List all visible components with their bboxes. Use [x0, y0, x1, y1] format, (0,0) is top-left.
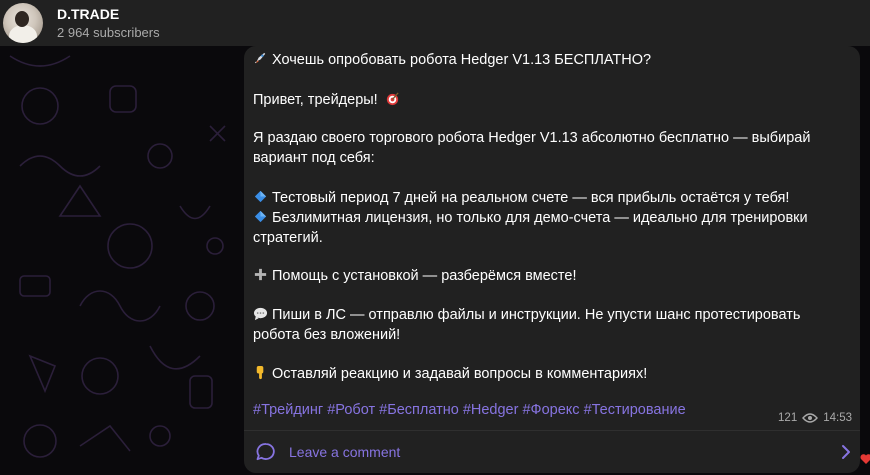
comment-icon	[256, 443, 275, 461]
hashtag-link[interactable]: #Бесплатно	[379, 402, 463, 418]
post-line-1-text: Хочешь опробовать робота Hedger V1.13 БЕ…	[272, 52, 652, 68]
subscriber-count: 2 964 subscribers	[57, 25, 160, 40]
target-icon	[386, 92, 399, 106]
post-line-11-text: Оставляй реакцию и задавай вопросы в ком…	[272, 366, 648, 382]
avatar-face-shape	[15, 11, 29, 27]
post-line-3: Я раздаю своего торгового робота Hedger …	[253, 128, 810, 148]
post-line-8-text: Помощь с установкой — разберёмся вместе!	[272, 268, 577, 284]
post-line-3-text: Я раздаю своего торгового робота Hedger …	[253, 130, 811, 146]
hashtag-link[interactable]: #Hedger	[463, 402, 523, 418]
hashtag-list: #Трейдинг #Робот #Бесплатно #Hedger #Фор…	[253, 402, 686, 418]
post-line-11: Оставляй реакцию и задавай вопросы в ком…	[253, 364, 647, 384]
hashtag-link[interactable]: #Форекс	[522, 402, 583, 418]
leave-comment-label[interactable]: Leave a comment	[289, 444, 400, 460]
avatar-body-shape	[9, 25, 37, 43]
post-meta: 121 14:53	[778, 412, 852, 424]
post-line-10-text: робота без вложений!	[253, 327, 401, 343]
post-line-8: Помощь с установкой — разберёмся вместе!	[253, 266, 576, 286]
post-line-1: Хочешь опробовать робота Hedger V1.13 БЕ…	[253, 50, 651, 70]
blue-diamond-icon	[254, 210, 267, 223]
post-line-9: Пиши в ЛС — отправлю файлы и инструкции.…	[253, 305, 800, 325]
post-line-5: Тестовый период 7 дней на реальном счете…	[253, 188, 789, 208]
post-line-7-text: стратегий.	[253, 230, 323, 246]
channel-title[interactable]: D.TRADE	[57, 6, 119, 22]
leave-comment-button[interactable]: Leave a comment	[244, 430, 860, 473]
heart-icon	[860, 454, 870, 464]
post-line-2: Привет, трейдеры!	[253, 90, 404, 110]
hashtag-link[interactable]: #Робот	[327, 402, 379, 418]
hashtag-link[interactable]: #Тестирование	[584, 402, 686, 418]
post-line-6: Безлимитная лицензия, но только для демо…	[253, 208, 808, 228]
post-line-10: робота без вложений!	[253, 325, 400, 345]
channel-header[interactable]: D.TRADE 2 964 subscribers	[0, 0, 870, 46]
view-count: 121	[778, 412, 798, 424]
post-time: 14:53	[823, 412, 852, 424]
blue-diamond-icon	[254, 190, 267, 203]
channel-avatar[interactable]	[3, 3, 43, 43]
channel-post[interactable]: Хочешь опробовать робота Hedger V1.13 БЕ…	[244, 46, 860, 430]
post-line-6-text: Безлимитная лицензия, но только для демо…	[272, 210, 808, 226]
post-line-4-text: вариант под себя:	[253, 150, 375, 166]
pointing-down-icon	[256, 365, 264, 380]
hashtag-link[interactable]: #Трейдинг	[253, 402, 327, 418]
post-line-4: вариант под себя:	[253, 148, 375, 168]
speech-bubble-icon	[253, 307, 268, 321]
plus-icon	[254, 268, 267, 281]
post-line-9-text: Пиши в ЛС — отправлю файлы и инструкции.…	[272, 307, 801, 323]
chevron-right-icon[interactable]	[840, 443, 852, 461]
rocket-icon	[254, 52, 266, 64]
post-line-2-text: Привет, трейдеры!	[253, 92, 378, 108]
eye-icon	[802, 413, 819, 423]
post-line-7: стратегий.	[253, 228, 323, 248]
post-line-5-text: Тестовый период 7 дней на реальном счете…	[272, 190, 790, 206]
